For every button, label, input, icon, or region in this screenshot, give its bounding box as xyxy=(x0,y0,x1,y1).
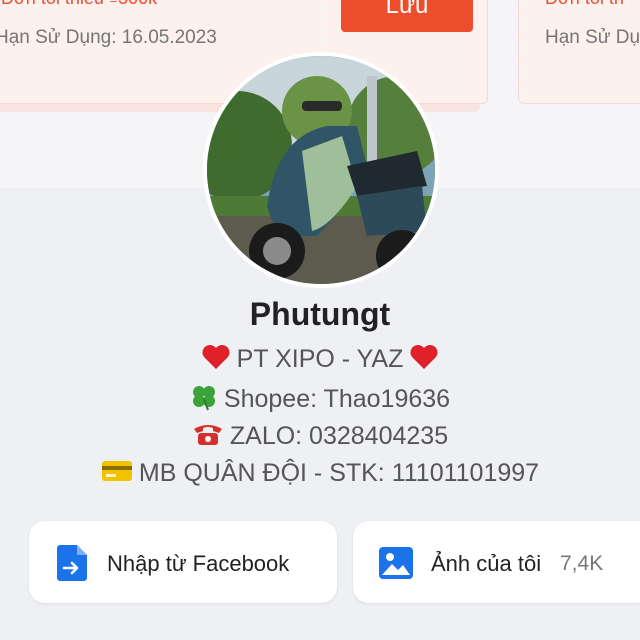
voucher-expiry: Hạn Sử Dụ xyxy=(545,27,640,48)
my-photos-label: Ảnh của tôi xyxy=(431,551,542,576)
my-photos-button[interactable]: Ảnh của tôi 7,4K xyxy=(353,521,640,603)
bio-line: MB QUÂN ĐỘI - STK: 11101101997 xyxy=(0,459,640,490)
import-facebook-button[interactable]: Nhập từ Facebook xyxy=(29,521,337,603)
red-heart-icon xyxy=(201,344,231,377)
voucher-condition: Đơn tối th xyxy=(545,0,624,9)
file-import-icon xyxy=(57,545,87,586)
bio-line: ZALO: 0328404235 xyxy=(0,421,640,454)
profile-name: Phutungt xyxy=(249,296,391,332)
bio-text: ZALO: 0328404235 xyxy=(229,422,449,451)
import-facebook-label: Nhập từ Facebook xyxy=(107,551,290,576)
credit-card-icon xyxy=(101,459,133,490)
bio-line: Shopee: Thao19636 xyxy=(0,383,640,418)
voucher-perforation xyxy=(519,0,524,103)
bio-text: Shopee: Thao19636 xyxy=(223,385,451,414)
telephone-icon xyxy=(192,421,224,454)
avatar[interactable] xyxy=(203,52,439,288)
avatar-photo xyxy=(207,56,435,284)
four-leaf-clover-icon xyxy=(190,383,218,418)
bio-line: PT XIPO - YAZ xyxy=(0,344,640,377)
photo-count: 7,4K xyxy=(560,552,604,575)
bio-text: MB QUÂN ĐỘI - STK: 11101101997 xyxy=(138,459,540,488)
image-icon xyxy=(379,547,413,584)
save-voucher-button[interactable]: Lưu xyxy=(341,0,473,32)
voucher-condition: Đơn tối thiểu ₫300k xyxy=(1,0,157,9)
voucher-card: Đơn tối th Hạn Sử Dụ xyxy=(518,0,640,104)
red-heart-icon xyxy=(409,344,439,377)
voucher-expiry: Hạn Sử Dụng: 16.05.2023 xyxy=(0,27,217,48)
bio-text: PT XIPO - YAZ xyxy=(236,345,404,374)
